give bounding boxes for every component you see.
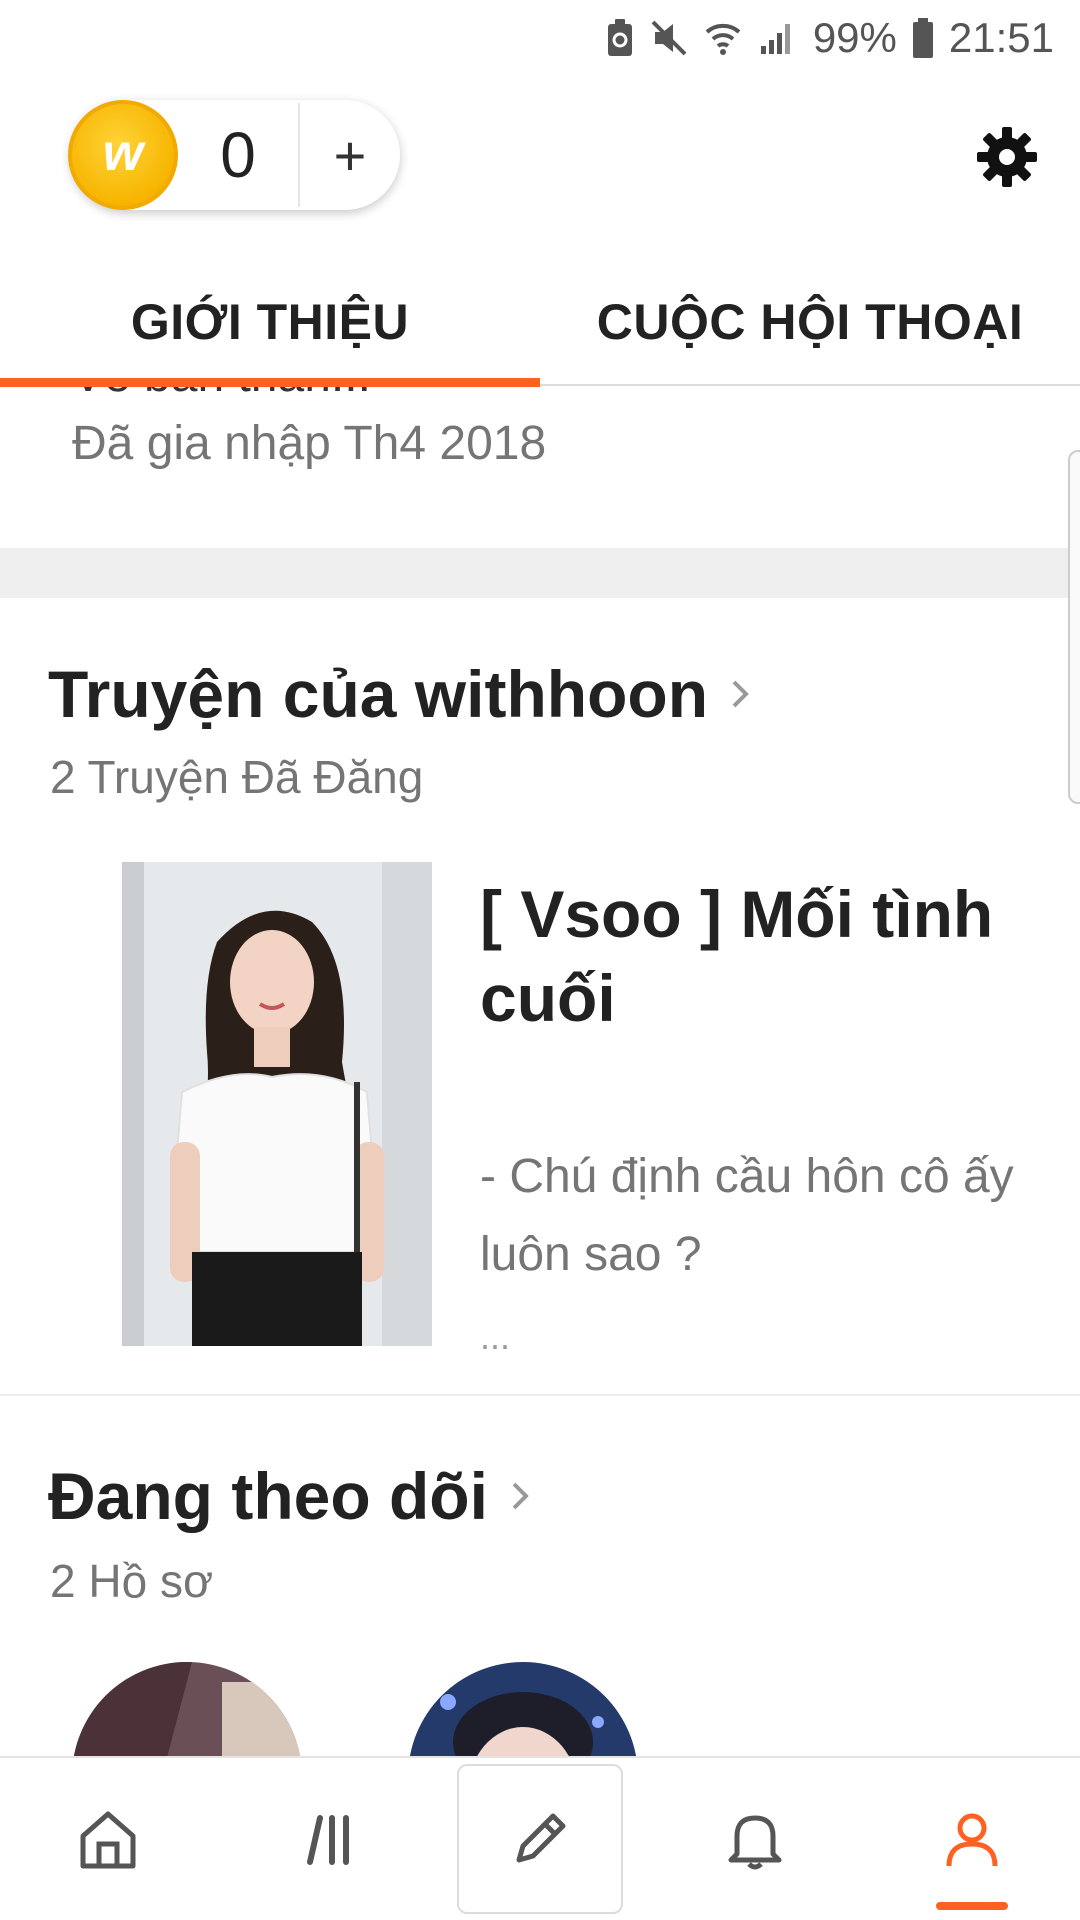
nav-profile[interactable] (887, 1764, 1057, 1914)
coin-count: 0 (220, 119, 256, 191)
write-pencil-icon (516, 1813, 566, 1863)
chevron-right-icon (512, 1482, 529, 1510)
stories-count: 2 Truyện Đã Đăng (50, 751, 424, 803)
recycle-battery-icon (605, 18, 635, 58)
status-bar: 99% 21:51 (0, 0, 1080, 76)
tab-about[interactable]: GIỚI THIỆU (0, 262, 540, 387)
story-title[interactable]: [ Vsoo ] Mối tình cuối (480, 872, 1040, 1040)
tab-conversations[interactable]: CUỘC HỘI THOẠI (540, 262, 1080, 382)
story-description: - Chú định cầu hôn cô ấy luôn sao ? (480, 1150, 1014, 1281)
following-count: 2 Hồ sơ (50, 1555, 214, 1607)
following-section-title[interactable]: Đang theo dõi (48, 1458, 532, 1534)
add-coins-button[interactable]: + (300, 100, 400, 210)
home-icon (80, 1811, 136, 1869)
svg-text:w: w (103, 124, 147, 182)
about-cut-off-heading: Về bản thân... (72, 386, 371, 403)
tab-conversations-label: CUỘC HỘI THOẠI (596, 294, 1024, 350)
stories-section-title-text: Truyện của withhoon (48, 657, 709, 731)
story-cover-image[interactable] (122, 862, 432, 1346)
divider (0, 1394, 1080, 1396)
following-avatar[interactable] (408, 1662, 638, 1756)
mute-icon (649, 18, 689, 58)
notifications-bell-icon (728, 1815, 782, 1870)
battery-icon (911, 17, 935, 59)
coin-balance-pill[interactable]: w 0 + (68, 100, 400, 210)
settings-gear-icon[interactable] (975, 125, 1039, 189)
signal-icon (757, 18, 797, 58)
story-ellipsis: ... (480, 1316, 511, 1357)
active-nav-indicator (935, 1902, 1008, 1910)
nav-notifications[interactable] (670, 1764, 840, 1914)
nav-library[interactable] (240, 1764, 410, 1914)
nav-home[interactable] (23, 1764, 193, 1914)
battery-percent: 99% (812, 14, 897, 61)
wifi-icon (703, 18, 743, 58)
active-tab-indicator (0, 378, 540, 387)
chevron-right-icon (732, 680, 749, 708)
following-section-title-text: Đang theo dõi (48, 1459, 488, 1533)
clock: 21:51 (948, 14, 1054, 61)
tab-about-label: GIỚI THIỆU (130, 294, 410, 350)
profile-content[interactable]: Về bản thân... Đã gia nhập Th4 2018 Truy… (0, 386, 1080, 1756)
following-avatar[interactable] (72, 1662, 302, 1756)
joined-date: Đã gia nhập Th4 2018 (72, 417, 547, 470)
profile-screen: 99% 21:51 w 0 + GIỚI THIỆU CUỘC HỘI THOẠ… (0, 0, 1080, 1920)
coin-icon: w (68, 100, 178, 210)
bottom-navigation (0, 1756, 1080, 1920)
nav-write[interactable] (456, 1764, 623, 1914)
section-separator (0, 548, 1080, 598)
profile-tabs: GIỚI THIỆU CUỘC HỘI THOẠI (0, 262, 1080, 387)
stories-section-title[interactable]: Truyện của withhoon (48, 656, 752, 732)
library-icon (307, 1815, 350, 1865)
scrollbar-handle[interactable] (1068, 450, 1080, 804)
profile-icon (946, 1813, 998, 1867)
